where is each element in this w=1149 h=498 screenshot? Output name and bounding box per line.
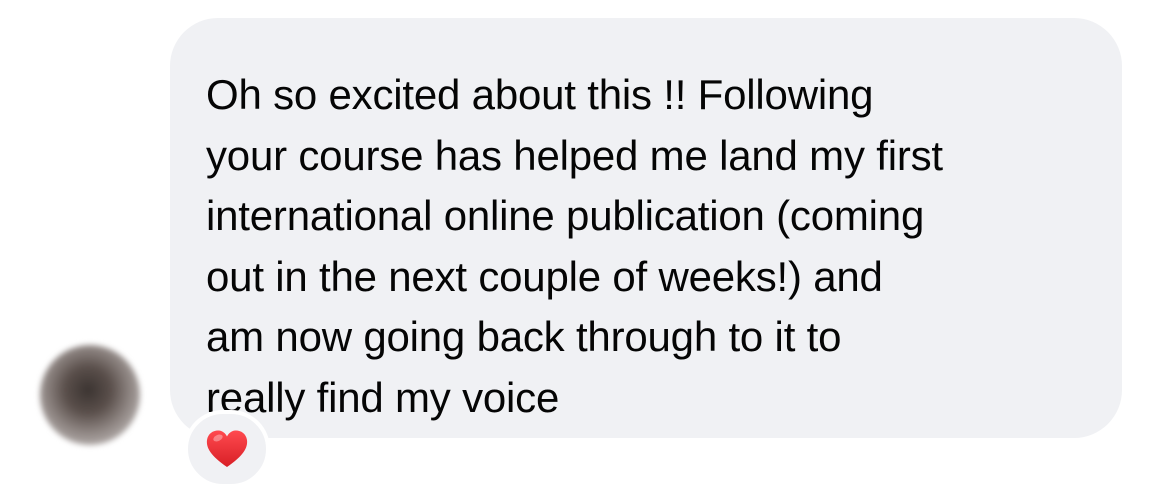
message-bubble[interactable]: Oh so excited about this !! Following yo… <box>170 18 1122 438</box>
message-text: Oh so excited about this !! Following yo… <box>206 65 1086 428</box>
message-line: your course has helped me land my first <box>206 131 943 179</box>
message-line: international online publication (coming <box>206 192 925 239</box>
heart-icon <box>206 430 248 467</box>
message-line: am now going back through to it to <box>206 313 842 360</box>
reaction-badge[interactable] <box>184 410 270 488</box>
message-line: really find my voice <box>206 373 560 421</box>
message-line: Oh so excited about this !! Following <box>206 71 874 118</box>
message-line: out in the next couple of weeks!) and <box>206 252 883 300</box>
sender-avatar[interactable] <box>40 345 140 445</box>
